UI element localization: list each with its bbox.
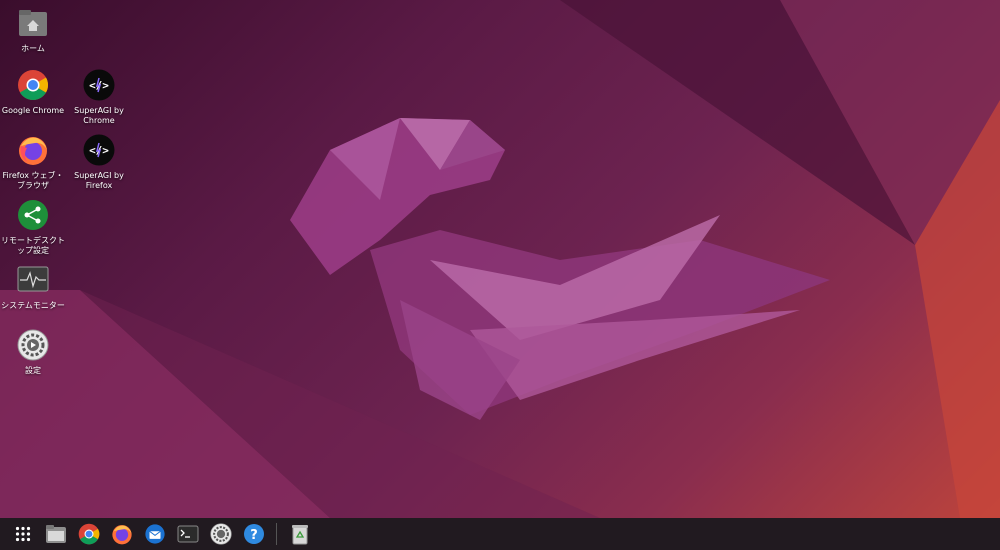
settings-icon xyxy=(16,328,50,362)
chrome-icon xyxy=(16,68,50,102)
wallpaper xyxy=(0,0,1000,518)
thunderbird-icon xyxy=(144,524,165,544)
dock-separator xyxy=(276,523,277,545)
apps-grid-icon xyxy=(15,526,30,542)
desktop-icon-label: Google Chrome xyxy=(1,106,65,115)
desktop-icon-label: SuperAGI by Chrome xyxy=(74,106,124,125)
settings-icon xyxy=(209,523,232,545)
desktop-icon-home[interactable]: ホーム xyxy=(0,6,66,54)
superagi-icon: </> xyxy=(82,133,116,167)
firefox-icon xyxy=(111,525,132,545)
desktop-icon-label: Firefox ウェブ・ブラウザ xyxy=(2,171,64,190)
desktop-icon-settings[interactable]: 設定 xyxy=(0,328,66,376)
desktop-icon-superagi-chrome[interactable]: </> SuperAGI by Chrome xyxy=(66,68,132,126)
desktop-icon-label: ホーム xyxy=(21,44,45,53)
chrome-icon xyxy=(78,523,99,545)
superagi-icon: </> xyxy=(82,68,116,102)
dock-help[interactable]: ? xyxy=(239,519,269,549)
trash-icon xyxy=(291,525,308,545)
terminal-icon xyxy=(177,525,198,543)
dock-files[interactable] xyxy=(41,519,71,549)
dock-thunderbird[interactable] xyxy=(140,519,170,549)
system-monitor-icon xyxy=(16,263,50,297)
desktop-icon-firefox[interactable]: Firefox ウェブ・ブラウザ xyxy=(0,133,66,191)
firefox-icon xyxy=(16,133,50,167)
home-folder-icon xyxy=(16,6,50,40)
remote-desktop-icon xyxy=(16,198,50,232)
dock-terminal[interactable] xyxy=(173,519,203,549)
jellyfish-illustration xyxy=(290,118,830,420)
desktop-icon-label: SuperAGI by Firefox xyxy=(74,171,124,190)
desktop-icon-label: 設定 xyxy=(25,366,41,375)
desktop-icon-superagi-firefox[interactable]: </> SuperAGI by Firefox xyxy=(66,133,132,191)
help-icon: ? xyxy=(243,524,264,544)
desktop-icon-system-monitor[interactable]: システムモニター xyxy=(0,263,66,311)
dock-firefox[interactable] xyxy=(107,519,137,549)
desktop-icon-label: システムモニター xyxy=(1,301,65,310)
desktop-icon-label: リモートデスクトップ設定 xyxy=(1,236,65,255)
dock-settings[interactable] xyxy=(206,519,236,549)
dock-trash[interactable] xyxy=(285,519,315,549)
dock-chrome[interactable] xyxy=(74,519,104,549)
files-icon xyxy=(45,525,66,543)
svg-text:?: ? xyxy=(250,528,258,543)
desktop-icon-remote-desktop[interactable]: リモートデスクトップ設定 xyxy=(0,198,66,256)
dock: ? xyxy=(0,518,1000,550)
dock-apps-grid[interactable] xyxy=(8,519,38,549)
desktop-icon-google-chrome[interactable]: Google Chrome xyxy=(0,68,66,116)
